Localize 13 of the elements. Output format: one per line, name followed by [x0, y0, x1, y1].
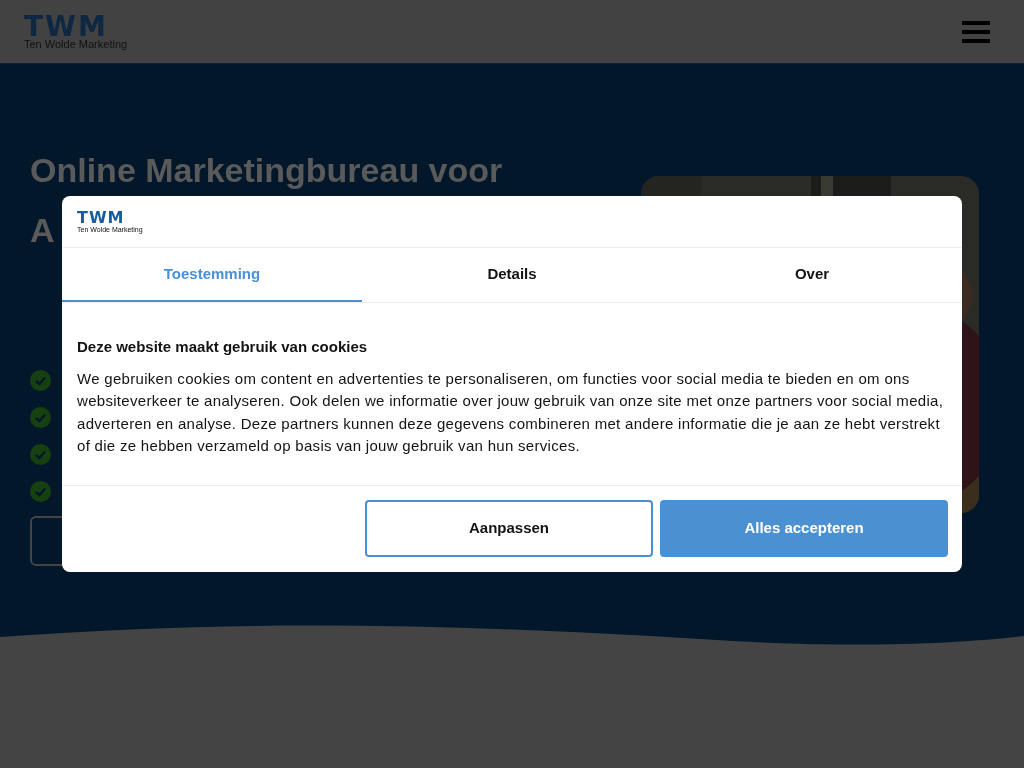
- customize-button[interactable]: Aanpassen: [365, 500, 653, 557]
- check-icon: [30, 370, 51, 391]
- menu-icon[interactable]: [962, 19, 990, 44]
- hero-heading: Online Marketingbureau voor: [30, 150, 503, 191]
- check-icon: [30, 444, 51, 465]
- check-icon: [30, 481, 51, 502]
- check-icon: [30, 407, 51, 428]
- tab[interactable]: Over: [662, 248, 962, 302]
- dialog-title: Deze website maakt gebruik van cookies: [77, 337, 369, 357]
- dialog-text: We gebruiken cookies om content en advertenties te personaliseren, om functies voor social media te bieden en om ons websiteverkeer te analyseren. Ook delen we informatie over jouw gebruik van onze site met onze partners voor social media, adverteren en analyse. Deze partners kunnen deze gegevens combineren met andere informatie die je aan ze hebt verstrekt of die ze hebben verzameld op basis van jouw gebruik van hun services.: [77, 368, 945, 456]
- tab[interactable]: Details: [362, 248, 662, 302]
- hero-heading: A: [30, 210, 55, 251]
- logo-mark: TWM: [77, 210, 126, 226]
